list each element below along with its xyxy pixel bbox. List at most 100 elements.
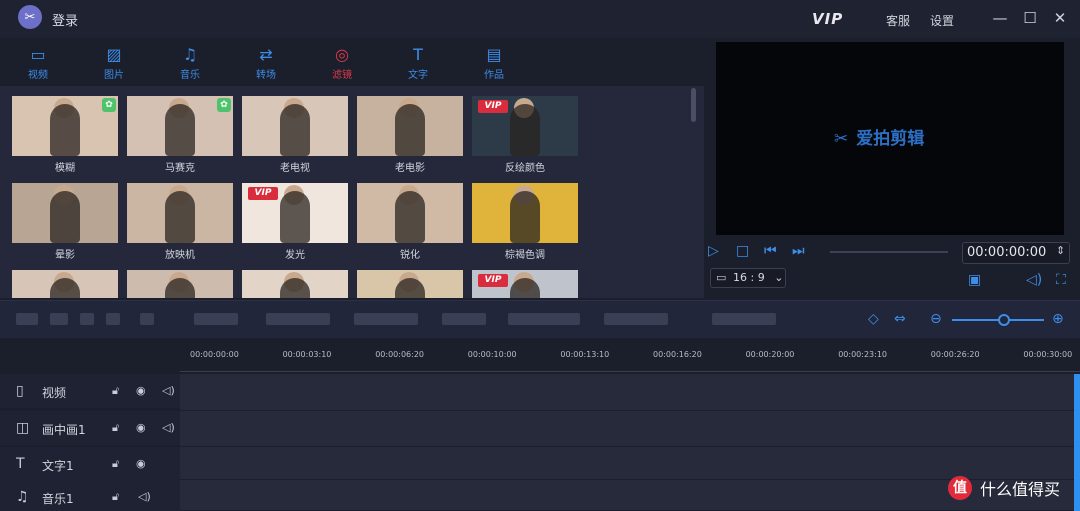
next-frame-icon[interactable]: ⏭ — [792, 243, 805, 259]
tab-works[interactable]: ▤ 作品 — [472, 46, 516, 82]
tab-filter[interactable]: ◎ 滤镜 — [320, 46, 364, 82]
thumbnail-figure — [395, 104, 425, 156]
minimize-button[interactable]: — — [990, 8, 1010, 28]
edit-toolbar: ◇ ⇔ ⊖ ⊕ — [0, 300, 1080, 338]
lock-icon[interactable]: 🔓︎ — [112, 457, 119, 471]
filter-thumbnail — [472, 183, 578, 243]
filter-grid: ✿ 模糊 ✿ 马赛克 老电视 老电影 VIP 反绘颜色 晕影 放映机 VIP 发光 锐化 棕褐色调 VIP — [0, 86, 704, 298]
track-name: 文字1 — [42, 459, 74, 473]
timeline-scrollbar[interactable] — [1074, 374, 1080, 511]
filter-label: 发光 — [285, 250, 305, 261]
filter-item[interactable]: 晕影 — [12, 183, 118, 261]
eye-icon[interactable]: ◉ — [136, 421, 146, 434]
audio-icon[interactable]: ◁) — [138, 490, 151, 503]
snapshot-icon[interactable]: ▣ — [968, 272, 981, 288]
text-icon: T — [16, 456, 25, 472]
filter-label: 模糊 — [55, 163, 75, 174]
customer-service-button[interactable]: 客服 — [886, 12, 910, 29]
thumbnail-figure — [165, 104, 195, 156]
stop-icon[interactable]: □ — [736, 243, 749, 259]
tab-image[interactable]: ▨ 图片 — [92, 46, 136, 82]
eye-icon[interactable]: ◉ — [136, 384, 146, 397]
music-icon: ♫ — [182, 45, 198, 64]
filter-label: 晕影 — [55, 250, 75, 261]
marker-icon[interactable]: ◇ — [868, 311, 879, 327]
volume-icon[interactable]: ◁) — [1026, 272, 1042, 288]
filter-item[interactable]: VIP 反绘颜色 — [472, 96, 578, 174]
eye-icon[interactable]: ◉ — [136, 457, 146, 470]
thumbnail-figure — [510, 191, 540, 243]
timecode-stepper-icon[interactable]: ⇕ — [1056, 244, 1065, 257]
login-button[interactable]: 登录 — [52, 10, 78, 29]
grid-scrollbar[interactable] — [691, 88, 696, 122]
thumbnail-figure — [165, 278, 195, 298]
lock-icon[interactable]: 🔓︎ — [112, 490, 119, 504]
filter-item[interactable] — [12, 270, 118, 298]
zoom-out-icon[interactable]: ⊖ — [930, 311, 942, 327]
lock-icon[interactable]: 🔓︎ — [112, 421, 119, 435]
filter-item[interactable]: 老电视 — [242, 96, 348, 174]
vip-button[interactable]: VIP — [812, 10, 843, 28]
filter-item[interactable]: VIP — [472, 270, 578, 298]
maximize-button[interactable]: ☐ — [1020, 8, 1040, 28]
fullscreen-icon[interactable]: ⛶ — [1056, 272, 1066, 288]
track-lane[interactable] — [180, 447, 1080, 480]
filter-item[interactable]: 放映机 — [127, 183, 233, 261]
filter-thumbnail — [127, 270, 233, 298]
redo-icon[interactable] — [50, 313, 68, 325]
filter-item[interactable]: ✿ 模糊 — [12, 96, 118, 174]
tab-label: 音乐 — [180, 70, 200, 81]
copy-icon[interactable] — [106, 313, 120, 325]
filter-label: 反绘颜色 — [505, 163, 545, 174]
tab-music[interactable]: ♫ 音乐 — [168, 45, 212, 82]
delete-icon[interactable] — [140, 313, 154, 325]
track-lane[interactable] — [180, 411, 1080, 447]
lock-icon[interactable]: 🔓︎ — [112, 384, 119, 398]
ruler-label: 00:00:03:10 — [282, 350, 332, 359]
close-button[interactable]: ✕ — [1050, 8, 1070, 28]
tab-video[interactable]: ▭ 视频 — [16, 46, 60, 82]
filter-item[interactable]: 老电影 — [357, 96, 463, 174]
track-lane[interactable] — [180, 374, 1080, 411]
track-lane[interactable] — [180, 480, 1080, 511]
audio-icon[interactable]: ◁) — [162, 421, 175, 434]
ruler-label: 00:00:00:00 — [190, 350, 239, 359]
toolbar-tool[interactable] — [194, 313, 238, 325]
tab-text[interactable]: T 文字 — [396, 46, 440, 82]
toolbar-tool[interactable] — [266, 313, 330, 325]
track-name: 画中画1 — [42, 423, 86, 437]
cut-icon[interactable] — [80, 313, 94, 325]
filter-thumbnail — [357, 183, 463, 243]
undo-icon[interactable] — [16, 313, 38, 325]
play-icon[interactable]: ▷ — [708, 243, 719, 259]
timecode-field[interactable]: 00:00:00:00 — [962, 242, 1070, 264]
preview-window: ✂ 爱拍剪辑 — [716, 42, 1064, 235]
filter-item[interactable] — [242, 270, 348, 298]
tab-label: 作品 — [484, 70, 504, 81]
thumbnail-figure — [50, 278, 80, 298]
filter-item[interactable]: 锐化 — [357, 183, 463, 261]
track-header: ♫ 音乐1 🔓︎ ◁) — [0, 480, 180, 511]
filter-item[interactable]: 棕褐色调 — [472, 183, 578, 261]
filter-item[interactable] — [357, 270, 463, 298]
filter-item[interactable]: ✿ 马赛克 — [127, 96, 233, 174]
toolbar-tool[interactable] — [604, 313, 668, 325]
zoom-slider-handle[interactable] — [998, 314, 1010, 326]
filter-item[interactable] — [127, 270, 233, 298]
preview-progress-bar[interactable] — [830, 251, 948, 253]
toolbar-tool[interactable] — [354, 313, 418, 325]
zoom-in-icon[interactable]: ⊕ — [1052, 311, 1064, 327]
filter-item[interactable]: VIP 发光 — [242, 183, 348, 261]
prev-frame-icon[interactable]: ⏮ — [764, 243, 777, 259]
filter-thumbnail: ✿ — [127, 96, 233, 156]
settings-button[interactable]: 设置 — [930, 12, 954, 29]
toolbar-tool[interactable] — [712, 313, 776, 325]
tab-transition[interactable]: ⇄ 转场 — [244, 46, 288, 82]
audio-icon[interactable]: ◁) — [162, 384, 175, 397]
toolbar-tool[interactable] — [508, 313, 580, 325]
tab-label: 转场 — [256, 70, 276, 81]
aspect-ratio-select[interactable]: ▭ 16 : 9 ⌄ — [710, 268, 786, 288]
thumbnail-figure — [50, 191, 80, 243]
toolbar-tool[interactable] — [442, 313, 486, 325]
fit-icon[interactable]: ⇔ — [894, 311, 906, 327]
